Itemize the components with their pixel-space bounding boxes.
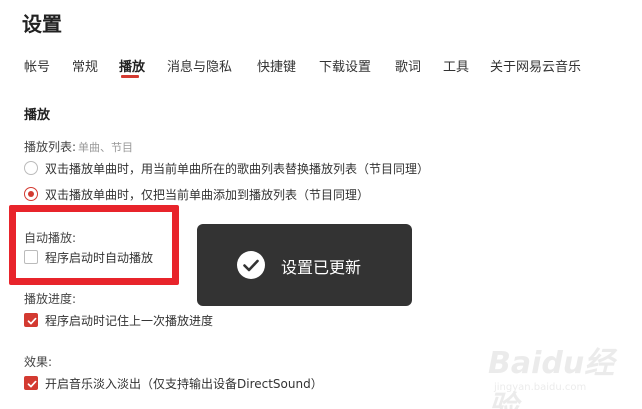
settings-tabs: 帐号 常规 播放 消息与隐私 快捷键 下载设置 歌词 工具 关于网易云音乐: [24, 56, 624, 76]
playlist-option-replace-label: 双击播放单曲时，用当前单曲所在的歌曲列表替换播放列表（节目同理）: [45, 161, 430, 176]
highlight-annotation-box: [9, 205, 179, 285]
playlist-hint: 单曲、节目: [78, 141, 134, 154]
progress-option-label: 程序启动时记住上一次播放进度: [45, 313, 214, 328]
progress-option[interactable]: 程序启动时记住上一次播放进度: [24, 311, 213, 329]
radio-add-to-playlist[interactable]: [24, 187, 38, 201]
tab-tools[interactable]: 工具: [443, 56, 469, 75]
section-title: 播放: [24, 108, 51, 123]
radio-replace-playlist[interactable]: [24, 161, 38, 175]
watermark-url: jingyan.baidu.com: [494, 382, 587, 393]
active-tab-indicator: [121, 75, 139, 78]
settings-updated-toast: 设置已更新: [197, 224, 412, 306]
effects-checkbox[interactable]: [24, 376, 38, 390]
playlist-option-add[interactable]: 双击播放单曲时，仅把当前单曲添加到播放列表（节目同理）: [24, 185, 369, 203]
tab-shortcuts[interactable]: 快捷键: [257, 56, 296, 75]
tab-about[interactable]: 关于网易云音乐: [490, 56, 581, 75]
tab-general[interactable]: 常规: [72, 56, 98, 75]
playlist-label: 播放列表:: [24, 140, 77, 154]
toast-message: 设置已更新: [281, 258, 362, 277]
tab-account[interactable]: 帐号: [24, 56, 50, 75]
page-title: 设置: [22, 12, 62, 36]
check-icon: [27, 380, 37, 388]
effects-option[interactable]: 开启音乐淡入淡出（仅支持输出设备DirectSound）: [24, 374, 323, 392]
effects-label: 效果:: [24, 355, 53, 369]
progress-label: 播放进度:: [24, 292, 77, 306]
playlist-group-label: 播放列表: 单曲、节目: [24, 138, 133, 155]
effects-option-label: 开启音乐淡入淡出（仅支持输出设备DirectSound）: [45, 376, 323, 391]
tab-lyrics[interactable]: 歌词: [395, 56, 421, 75]
progress-checkbox[interactable]: [24, 313, 38, 327]
tab-download-settings[interactable]: 下载设置: [319, 56, 371, 75]
tab-messages-privacy[interactable]: 消息与隐私: [167, 56, 232, 75]
baidu-watermark: Baidu经验 jingyan.baidu.com: [478, 334, 628, 409]
check-icon: [27, 317, 37, 325]
check-circle-icon: [237, 251, 265, 279]
playlist-option-replace[interactable]: 双击播放单曲时，用当前单曲所在的歌曲列表替换播放列表（节目同理）: [24, 159, 429, 177]
tab-playback[interactable]: 播放: [119, 56, 145, 75]
playlist-option-add-label: 双击播放单曲时，仅把当前单曲添加到播放列表（节目同理）: [45, 187, 370, 202]
watermark-logo: Baidu经验: [488, 346, 615, 409]
